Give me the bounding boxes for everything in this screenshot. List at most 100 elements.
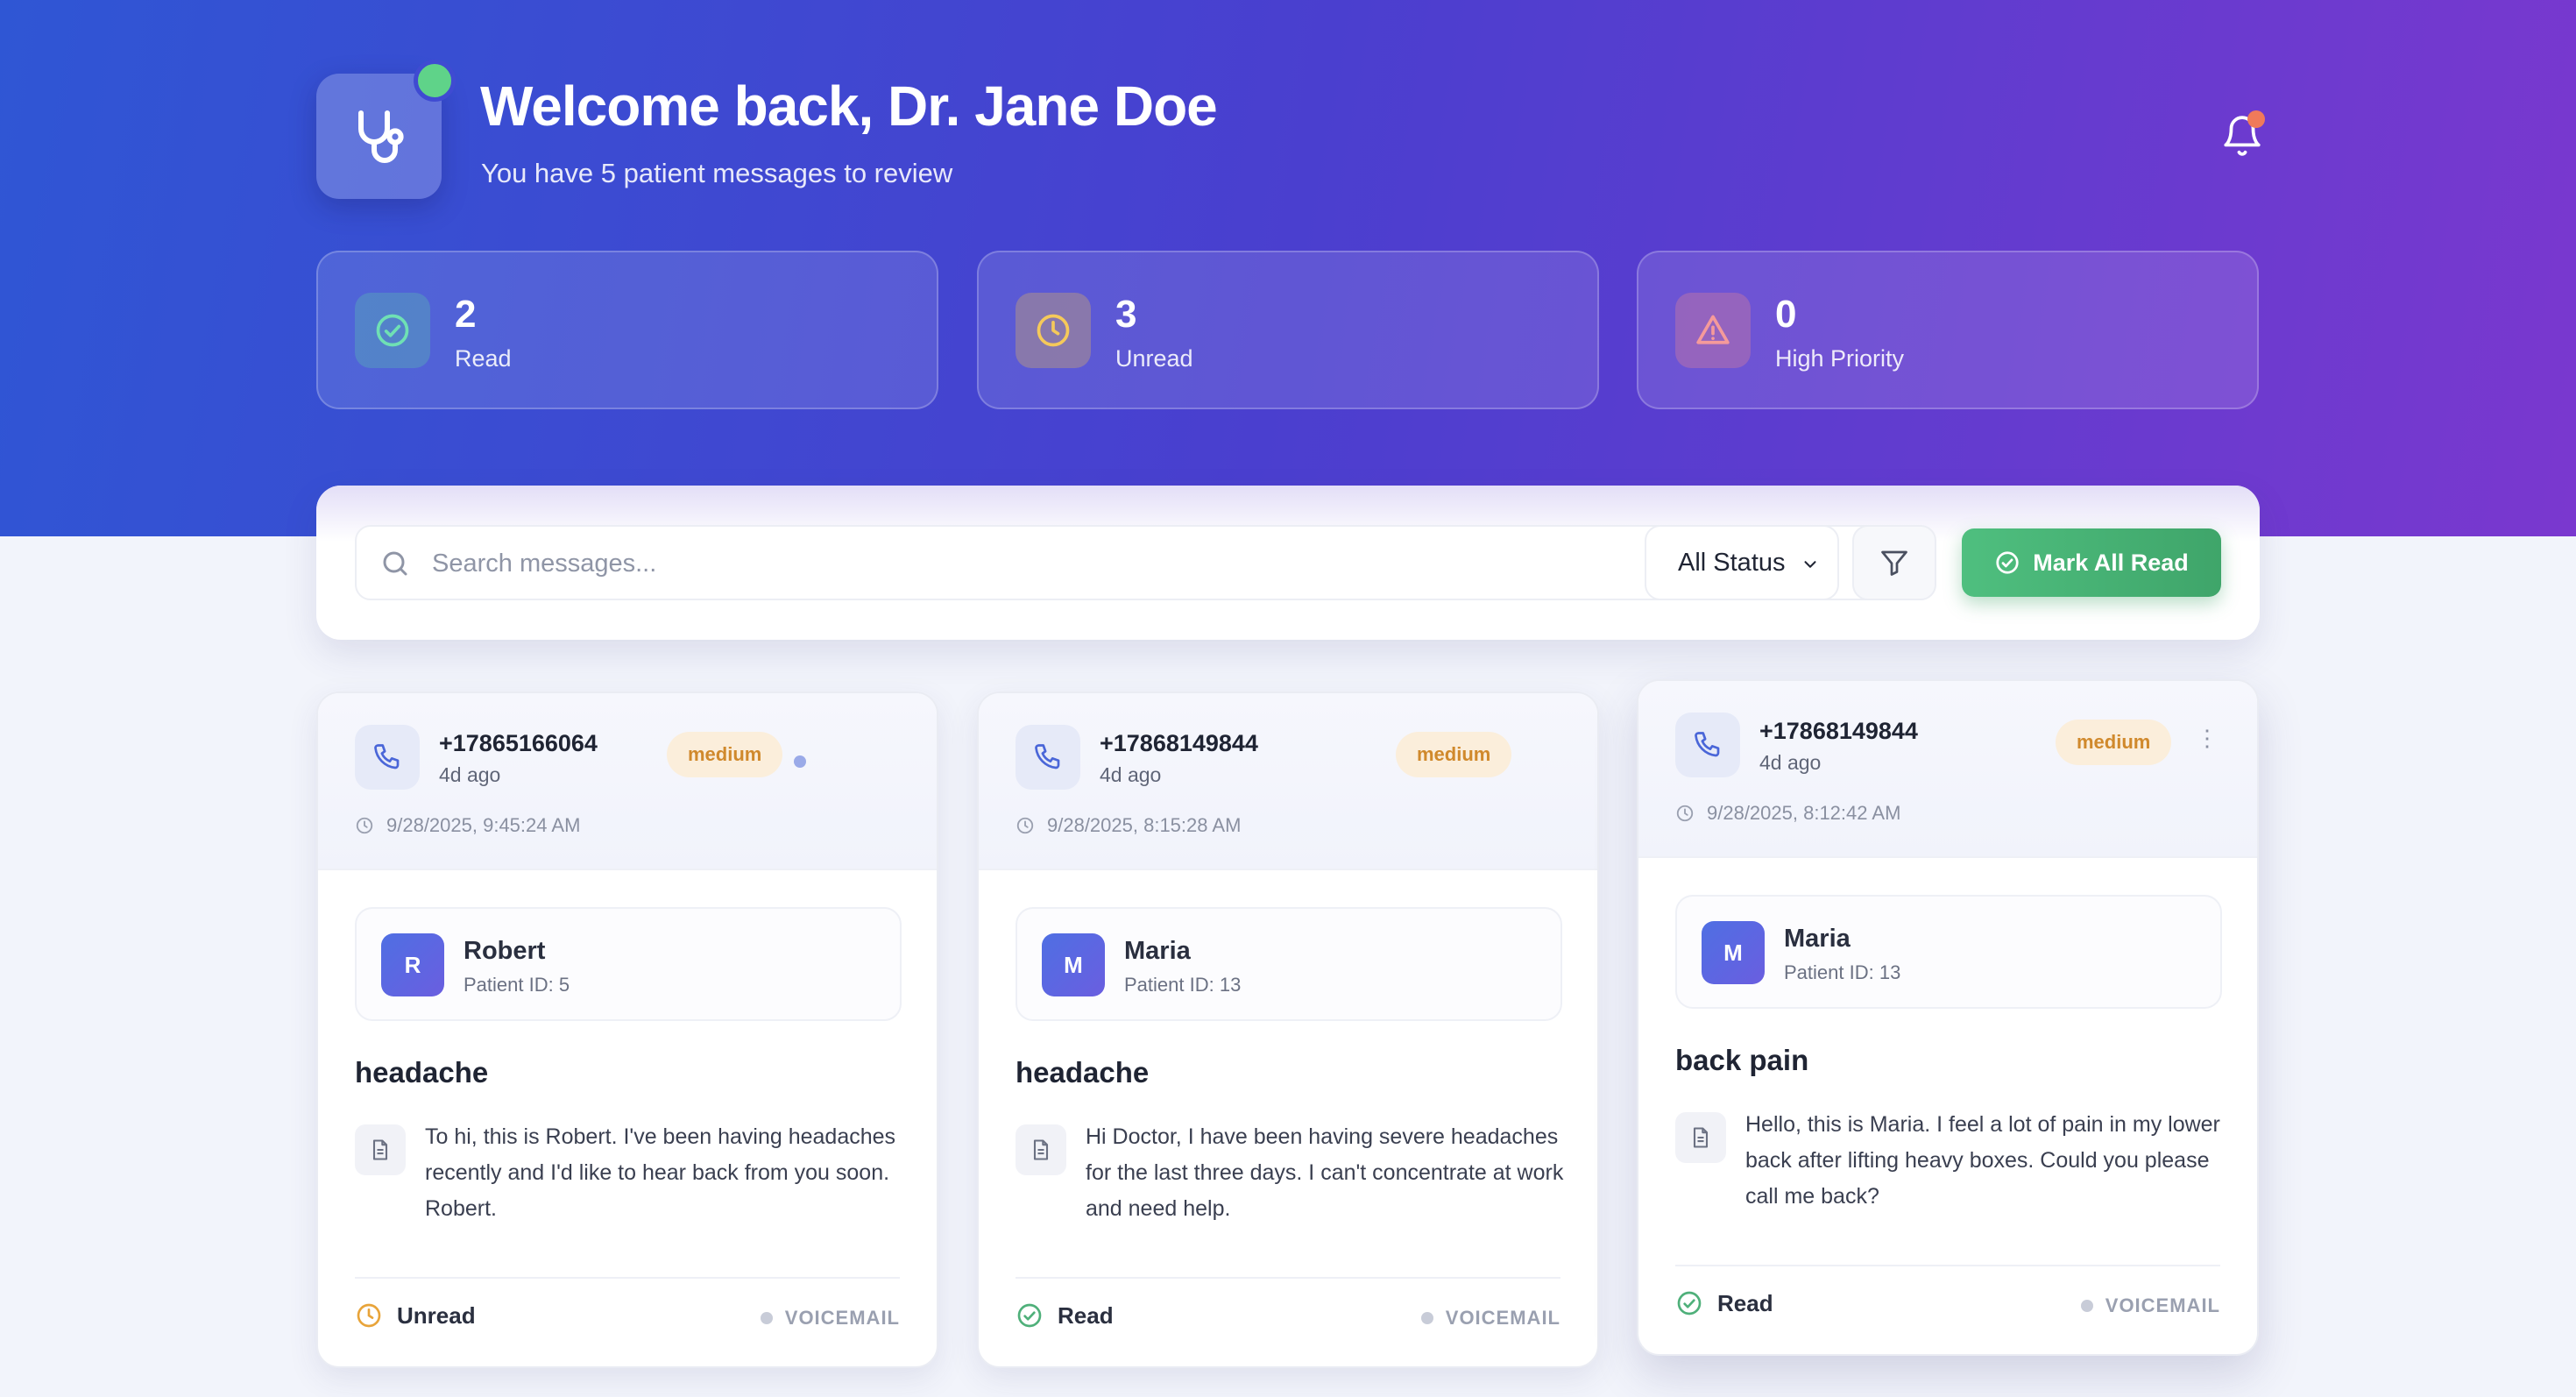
relative-time: 4d ago [1759,751,1822,774]
more-options-icon[interactable]: ⋮ [2196,725,2219,752]
phone-icon [374,744,400,769]
check-circle-icon [1017,1303,1042,1328]
clock-icon [1016,293,1091,368]
document-icon [1016,1124,1066,1175]
status-filter-select[interactable]: All Status [1645,525,1839,600]
mark-all-read-label: Mark All Read [2033,549,2189,576]
patient-info: R Robert Patient ID: 5 [355,907,902,1021]
search-icon [383,551,407,576]
stat-value: 2 [455,293,477,336]
phone-icon [1035,744,1060,769]
message-status: Unread [355,1301,476,1330]
clock-icon [1016,817,1034,834]
patient-name: Robert [464,937,546,965]
dashboard: Welcome back, Dr. Jane Doe You have 5 pa… [0,0,2576,1397]
status-text: Read [1058,1301,1114,1329]
divider [1016,1277,1560,1279]
filter-button[interactable] [1852,525,1936,600]
notification-badge [2247,110,2265,128]
message-timestamp: 9/28/2025, 8:15:28 AM [1016,814,1241,837]
stat-card-high-priority: 0 High Priority [1637,251,2259,409]
stat-value: 3 [1115,293,1137,336]
message-body: Hi Doctor, I have been having severe hea… [1086,1124,1564,1221]
timestamp-text: 9/28/2025, 9:45:24 AM [386,814,581,836]
priority-badge: medium [2056,720,2172,765]
check-circle-icon [355,293,430,368]
phone-icon [1695,732,1720,757]
message-subject: back pain [1675,1044,1809,1076]
stat-card-read: 2 Read [316,251,938,409]
divider [1675,1265,2220,1266]
page-subtitle: You have 5 patient messages to review [481,158,953,188]
phone-icon-box [1675,713,1740,777]
clock-icon [1676,805,1694,822]
status-filter-value: All Status [1678,548,1786,577]
filter-icon [1881,550,1907,576]
patient-id: Patient ID: 13 [1124,974,1242,996]
message-type: VOICEMAIL [1420,1307,1560,1330]
patient-id: Patient ID: 5 [464,974,570,996]
patient-name: Maria [1124,937,1191,965]
relative-time: 4d ago [439,763,501,786]
patient-info: M Maria Patient ID: 13 [1675,895,2222,1009]
caller-phone: +17865166064 [439,730,598,756]
message-timestamp: 9/28/2025, 8:12:42 AM [1675,802,1900,825]
stat-card-unread: 3 Unread [977,251,1599,409]
phone-icon-box [355,725,420,790]
message-type: VOICEMAIL [760,1307,900,1330]
status-text: Read [1717,1289,1773,1316]
message-timestamp: 9/28/2025, 9:45:24 AM [355,814,580,837]
type-text: VOICEMAIL [784,1307,900,1329]
type-dot [2080,1300,2093,1312]
message-status: Read [1016,1301,1114,1330]
message-type: VOICEMAIL [2080,1294,2220,1317]
avatar: M [1702,921,1765,984]
caller-phone: +17868149844 [1759,718,1918,744]
message-status: Read [1675,1289,1773,1317]
type-text: VOICEMAIL [2105,1294,2220,1316]
patient-id: Patient ID: 13 [1784,961,1901,983]
avatar: M [1042,933,1105,996]
check-circle-icon [1996,551,2019,574]
warning-icon [1675,293,1751,368]
app-logo [316,60,456,199]
message-subject: headache [1016,1056,1150,1089]
clock-icon [356,817,373,834]
mark-all-read-button[interactable]: Mark All Read [1962,528,2221,597]
timestamp-text: 9/28/2025, 8:12:42 AM [1707,802,1901,824]
caller-phone: +17868149844 [1100,730,1258,756]
type-dot [1420,1312,1433,1324]
stat-value: 0 [1775,293,1797,336]
message-card[interactable]: +17865166064 4d ago medium 9/28/2025, 9:… [316,691,938,1368]
relative-time: 4d ago [1100,763,1162,786]
check-circle-icon [1677,1291,1702,1315]
priority-badge: medium [667,732,783,777]
priority-badge: medium [1396,732,1512,777]
message-card[interactable]: +17868149844 4d ago medium ⋮ 9/28/2025, … [1637,679,2259,1356]
type-text: VOICEMAIL [1445,1307,1560,1329]
message-body: Hello, this is Maria. I feel a lot of pa… [1745,1112,2220,1209]
stat-label: Read [455,345,512,372]
stat-label: Unread [1115,345,1193,372]
stethoscope-icon [357,110,404,163]
avatar: R [381,933,444,996]
chevron-down-icon [1804,561,1816,568]
phone-icon-box [1016,725,1080,790]
document-icon [1675,1112,1726,1163]
divider [355,1277,900,1279]
status-text: Unread [397,1301,476,1329]
message-subject: headache [355,1056,489,1089]
stat-label: High Priority [1775,345,1905,372]
message-toolbar: All Status Mark All Read [316,486,2260,640]
type-dot [760,1312,773,1324]
timestamp-text: 9/28/2025, 8:15:28 AM [1047,814,1242,836]
message-body: To hi, this is Robert. I've been having … [425,1124,896,1221]
clock-icon [357,1303,381,1328]
online-status-dot [414,60,456,102]
message-card[interactable]: +17868149844 4d ago medium 9/28/2025, 8:… [977,691,1599,1368]
page-title: Welcome back, Dr. Jane Doe [480,74,1218,138]
patient-name: Maria [1784,925,1851,953]
unread-indicator-dot [794,755,806,768]
document-icon [355,1124,406,1175]
patient-info: M Maria Patient ID: 13 [1016,907,1562,1021]
